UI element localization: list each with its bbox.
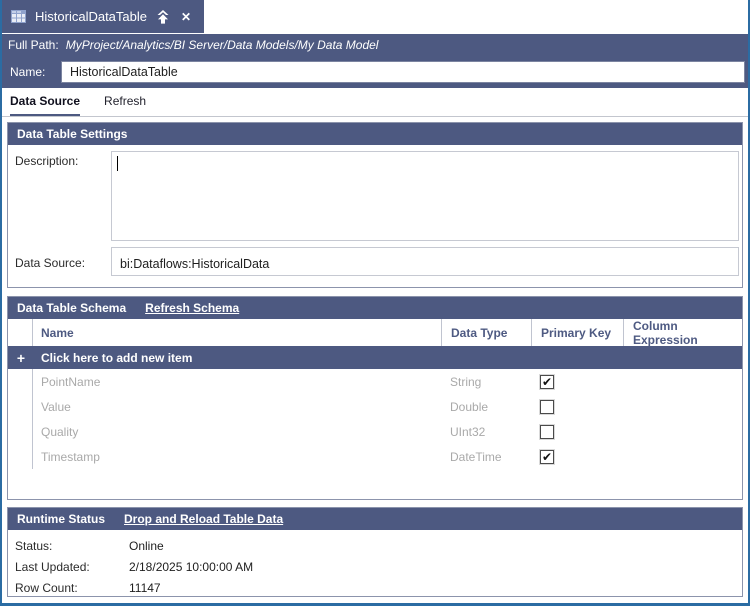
cell-data-type: DateTime [450,449,502,464]
schema-row-value[interactable]: Value Double [8,394,742,419]
tab-refresh[interactable]: Refresh [104,94,146,116]
cell-column-expression [623,394,742,419]
description-label: Description: [15,154,79,168]
primary-key-cell [531,369,623,394]
runtime-title: Runtime Status [17,512,106,526]
cell-data-type: Double [450,399,489,414]
add-new-item-label: Click here to add new item [41,350,193,365]
column-header-primary-key: Primary Key [531,319,623,346]
full-path-value: MyProject/Analytics/BI Server/Data Model… [65,38,379,52]
full-path-bar: Full Path: MyProject/Analytics/BI Server… [2,34,748,56]
table-grid-icon [11,10,26,23]
status-label: Status: [15,538,53,553]
schema-section-header: Data Table Schema Refresh Schema [8,297,742,319]
schema-row-timestamp[interactable]: Timestamp DateTime [8,444,742,469]
primary-key-checkbox[interactable] [539,423,555,440]
primary-key-cell [531,394,623,419]
row-count-value: 11147 [129,580,161,595]
primary-key-cell [531,419,623,444]
settings-body: Description: Data Source: [8,145,742,276]
column-header-column-expression: Column Expression [623,319,742,347]
name-input[interactable] [61,61,745,83]
row-selector [8,419,33,444]
tab-data-source[interactable]: Data Source [10,94,81,116]
drop-reload-link[interactable]: Drop and Reload Table Data [124,512,283,526]
data-table-settings-section: Data Table Settings Description: Data So… [7,122,743,288]
cell-name: Value [41,399,71,414]
description-row: Description: [15,151,740,241]
cell-name: Quality [41,424,79,439]
row-count-row: Row Count: 11147 [15,577,742,598]
data-table-editor-window: HistoricalDataTable ✕ Full Path: MyProje… [0,0,750,606]
document-tab-bar: HistoricalDataTable ✕ [2,0,748,33]
row-selector [8,369,33,394]
schema-row-pointname[interactable]: PointName String [8,369,742,394]
row-selector-column-header [8,319,33,346]
schema-empty-area [8,469,742,499]
runtime-body: Status: Online Last Updated: 2/18/2025 1… [8,530,742,598]
row-selector [8,444,33,469]
tab-historical-data-table[interactable]: HistoricalDataTable ✕ [2,0,205,33]
cell-name: PointName [41,374,101,389]
column-header-name: Name [41,325,74,340]
last-updated-label: Last Updated: [15,559,90,574]
data-source-row: Data Source: [15,247,740,276]
plus-icon: + [16,349,26,366]
data-source-input[interactable] [111,247,739,276]
primary-key-checkbox[interactable] [539,448,555,465]
runtime-status-section: Runtime Status Drop and Reload Table Dat… [7,507,743,597]
refresh-schema-link[interactable]: Refresh Schema [145,301,239,315]
last-updated-value: 2/18/2025 10:00:00 AM [129,559,254,574]
cell-data-type: String [450,374,482,389]
status-row: Status: Online [15,535,742,556]
row-selector [8,394,33,419]
settings-title: Data Table Settings [17,127,128,141]
name-bar: Name: [2,56,748,88]
runtime-section-header: Runtime Status Drop and Reload Table Dat… [8,508,742,530]
cell-column-expression [623,369,742,394]
column-header-data-type: Data Type [441,319,531,346]
status-value: Online [129,538,164,553]
primary-key-cell [531,444,623,469]
tab-title: HistoricalDataTable [35,9,147,24]
close-icon[interactable]: ✕ [181,10,191,24]
text-caret [117,156,118,171]
primary-key-checkbox[interactable] [539,398,555,415]
editor-tab-strip: Data Source Refresh [2,88,748,117]
description-textarea[interactable] [111,151,739,241]
schema-title: Data Table Schema [17,301,127,315]
last-updated-row: Last Updated: 2/18/2025 10:00:00 AM [15,556,742,577]
cell-column-expression [623,419,742,444]
name-label: Name: [10,65,46,79]
schema-column-headers: Name Data Type Primary Key Column Expres… [8,319,742,347]
row-count-label: Row Count: [15,580,78,595]
data-table-schema-section: Data Table Schema Refresh Schema Name Da… [7,296,743,500]
cell-column-expression [623,444,742,469]
schema-row-quality[interactable]: Quality UInt32 [8,419,742,444]
settings-section-header: Data Table Settings [8,123,742,145]
promote-up-icon[interactable] [156,9,170,24]
cell-data-type: UInt32 [450,424,486,439]
data-source-label: Data Source: [15,256,86,270]
cell-name: Timestamp [41,449,100,464]
full-path-label: Full Path: [8,38,59,52]
add-new-item-row[interactable]: + Click here to add new item [8,346,742,369]
primary-key-checkbox[interactable] [539,373,555,390]
